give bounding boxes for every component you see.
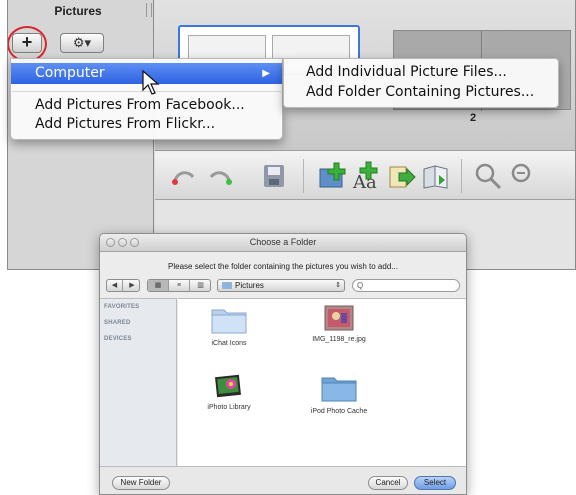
file-label: iPhoto Library	[207, 404, 251, 411]
view-mode-control: ▦ ≡ ▥	[147, 279, 211, 292]
folder-icon	[222, 282, 232, 289]
page-number-label: 2	[470, 112, 477, 124]
redo-icon[interactable]	[205, 161, 235, 191]
file-label: IMG_1198_re.jpg	[312, 336, 366, 343]
sidebar-section-favorites[interactable]: FAVORITES	[104, 304, 139, 310]
toolbar: Aa	[155, 150, 575, 200]
file-label: iPod Photo Cache	[310, 408, 368, 415]
dialog-footer: New Folder Cancel Select	[100, 466, 466, 494]
icon-view-icon[interactable]: ▦	[148, 280, 169, 291]
folder-icon	[321, 377, 357, 402]
list-view-icon[interactable]: ≡	[169, 280, 190, 291]
sidebar-resize-grip[interactable]	[146, 3, 152, 17]
file-item-ipod-photo-cache[interactable]: iPod Photo Cache	[284, 373, 394, 415]
undo-icon[interactable]	[169, 161, 199, 191]
dialog-sidebar: FAVORITES SHARED DEVICES	[100, 298, 177, 466]
dialog-title: Choose a Folder	[249, 237, 317, 247]
choose-folder-dialog: Choose a Folder Please select the folder…	[99, 233, 467, 495]
svg-text:Aa: Aa	[352, 172, 377, 191]
mouse-cursor-icon	[142, 70, 160, 95]
file-item-iphoto-library[interactable]: iPhoto Library	[174, 373, 284, 411]
gear-menu-button[interactable]: ⚙▾	[60, 33, 104, 53]
file-browser: iChat Icons IMG_1198_re.jpg iPhoto Libra…	[178, 298, 466, 466]
popup-arrows-icon: ⇕	[335, 282, 341, 289]
back-arrow-icon[interactable]: ◀	[107, 280, 123, 291]
dialog-titlebar: Choose a Folder	[100, 234, 466, 252]
select-button[interactable]: Select	[414, 476, 456, 490]
location-popup[interactable]: Pictures ⇕	[217, 279, 345, 292]
sidebar-title: Pictures	[54, 4, 102, 18]
folder-icon	[211, 309, 247, 334]
file-label: iChat Icons	[211, 340, 247, 347]
insert-page-icon[interactable]	[387, 161, 417, 191]
submenu-arrow-icon: ▶	[262, 68, 270, 79]
book-icon[interactable]	[421, 161, 451, 191]
toolbar-divider	[461, 159, 462, 193]
file-item-ichat-icons[interactable]: iChat Icons	[174, 305, 284, 347]
forward-arrow-icon[interactable]: ▶	[124, 280, 140, 291]
sidebar-section-devices[interactable]: DEVICES	[104, 336, 132, 342]
cancel-button[interactable]: Cancel	[368, 476, 408, 490]
photo-thumbnail-icon	[324, 305, 354, 331]
file-item-img-1198[interactable]: IMG_1198_re.jpg	[284, 305, 394, 343]
computer-submenu: Add Individual Picture Files... Add Fold…	[283, 58, 559, 108]
add-pictures-button[interactable]: +	[12, 33, 42, 53]
back-forward-control: ◀ ▶	[106, 279, 140, 292]
sidebar-section-shared[interactable]: SHARED	[104, 320, 131, 326]
toolbar-divider	[303, 159, 304, 193]
location-label: Pictures	[235, 281, 264, 290]
column-view-icon[interactable]: ▥	[190, 280, 211, 291]
menu-item-facebook[interactable]: Add Pictures From Facebook...	[11, 96, 282, 115]
submenu-item-individual-files[interactable]: Add Individual Picture Files...	[284, 63, 558, 82]
menu-item-computer-label: Computer	[35, 65, 105, 81]
submenu-item-folder[interactable]: Add Folder Containing Pictures...	[284, 83, 558, 102]
zoom-in-icon[interactable]	[509, 161, 539, 191]
iphoto-library-icon	[215, 374, 241, 398]
dialog-instruction: Please select the folder containing the …	[168, 262, 398, 271]
save-icon[interactable]	[259, 161, 289, 191]
new-folder-button[interactable]: New Folder	[112, 476, 170, 490]
search-input[interactable]: Q	[352, 279, 460, 292]
zoom-out-icon[interactable]	[473, 161, 503, 191]
add-text-icon[interactable]: Aa	[351, 161, 381, 191]
menu-item-flickr[interactable]: Add Pictures From Flickr...	[11, 115, 282, 134]
add-picture-icon[interactable]	[317, 161, 347, 191]
